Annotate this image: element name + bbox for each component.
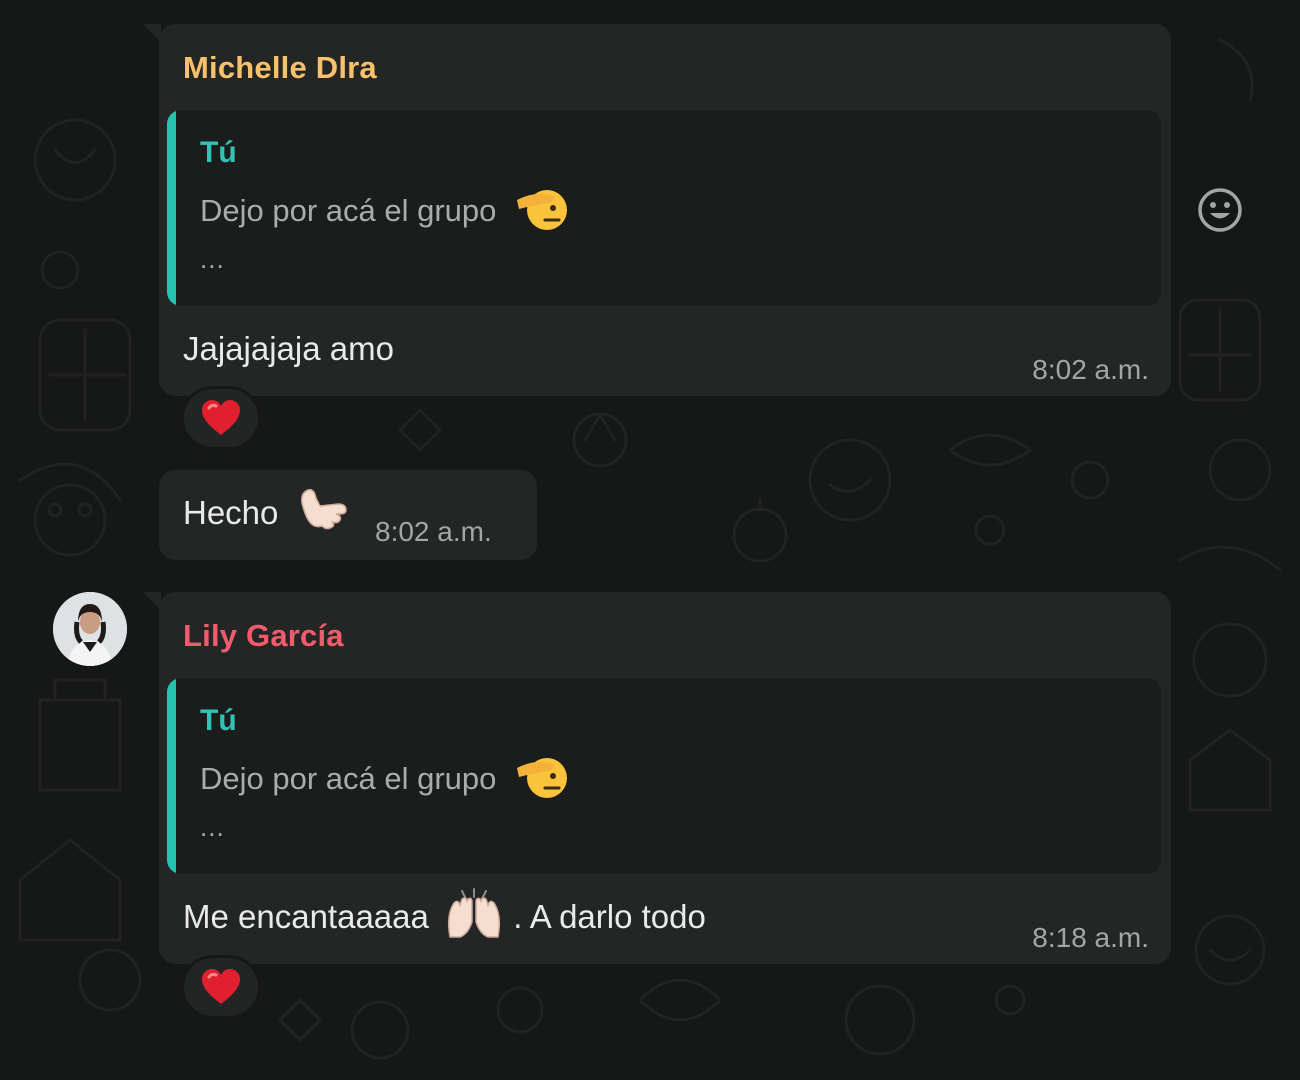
sender-name[interactable]: Lily García [183, 618, 344, 654]
call-me-hand-icon [300, 489, 347, 530]
saluting-face-icon [517, 758, 568, 798]
raising-hands-icon [447, 888, 501, 939]
message-time: 8:18 a.m. [1032, 922, 1149, 953]
quoted-message[interactable]: Tú Dejo por acá el grupo ... [167, 678, 1161, 874]
message-text: Jajajajaja amo [183, 330, 394, 367]
quote-more: ... [200, 812, 225, 842]
quote-text: Dejo por acá el grupo [200, 761, 497, 797]
message-bubble-lily[interactable]: Lily García Tú Dejo por acá el grupo ...… [143, 592, 1171, 964]
quoted-message[interactable]: Tú Dejo por acá el grupo ... [167, 110, 1161, 306]
red-heart-icon [202, 969, 240, 1004]
quote-text-row: Dejo por acá el grupo [200, 758, 568, 802]
avatar-lily[interactable] [53, 592, 127, 666]
quote-accent-bar [167, 678, 176, 874]
message-text-row: Me encantaaaaa . A darlo todo [183, 888, 706, 939]
quote-more: ... [200, 244, 225, 274]
quote-text: Dejo por acá el grupo [200, 193, 497, 229]
react-emoji-button[interactable] [1196, 186, 1244, 234]
avatar-image [53, 592, 127, 666]
message-text: Hecho [183, 494, 279, 531]
quote-author: Tú [200, 704, 237, 737]
quote-accent-bar [167, 110, 176, 306]
reaction-badge[interactable] [181, 955, 261, 1019]
reaction-badge[interactable] [181, 386, 261, 450]
sender-name[interactable]: Michelle Dlra [183, 50, 377, 86]
message-bubble-hecho[interactable]: Hecho 8:02 a.m. [159, 470, 537, 560]
saluting-face-icon [517, 190, 568, 230]
message-time: 8:02 a.m. [375, 516, 492, 547]
message-text-row: Hecho [183, 489, 350, 536]
message-text-before: Me encantaaaaa [183, 898, 429, 935]
message-text-after: . A darlo todo [513, 898, 706, 935]
quote-author: Tú [200, 136, 237, 169]
smiley-react-icon [1198, 188, 1242, 232]
message-time: 8:02 a.m. [1032, 354, 1149, 385]
message-bubble-michelle[interactable]: Michelle Dlra Tú Dejo por acá el grupo .… [143, 24, 1171, 396]
red-heart-icon [202, 400, 240, 435]
chat-area[interactable]: Michelle Dlra Tú Dejo por acá el grupo .… [0, 0, 1300, 1080]
quote-text-row: Dejo por acá el grupo [200, 190, 568, 234]
